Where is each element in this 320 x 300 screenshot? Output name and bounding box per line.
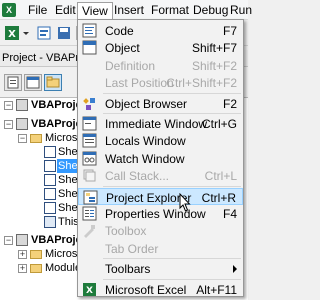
save-icon[interactable] [56,25,72,41]
svg-text:X: X [8,29,16,40]
menu-run[interactable]: Run [230,3,252,19]
folder-icon [30,264,42,273]
menu-item-immediate-window[interactable]: Immediate Window Ctrl+G [78,115,243,132]
properties-window-icon [82,206,97,221]
menu-separator [103,278,241,280]
menu-item-last-position[interactable]: Last Position Ctrl+Shift+F2 [78,74,243,91]
expand-expander[interactable]: + [18,264,27,273]
sheet-icon [44,188,56,200]
immediate-window-icon [82,116,97,131]
menu-insert[interactable]: Insert [114,3,144,19]
workbook-icon [44,216,56,228]
toggle-folders-button[interactable] [44,74,62,91]
view-object-icon [26,76,40,89]
sheet-icon [44,174,56,186]
view-code-icon [7,76,19,89]
view-object-button[interactable] [24,74,42,91]
menu-item-locals-window[interactable]: Locals Window [78,132,243,149]
menu-item-microsoft-excel[interactable]: X Microsoft Excel Alt+F11 [78,281,243,298]
view-menu-dropdown: Code F7 Object Shift+F7 Definition Shift+F2 L… [77,19,244,297]
project-explorer-icon [83,190,98,205]
menu-item-toolbox[interactable]: Toolbox [78,222,243,239]
code-icon [82,23,97,38]
view-code-button[interactable] [4,74,22,91]
vba-project-icon [16,234,28,246]
mouse-cursor-icon [179,192,191,212]
vba-project-icon [16,118,28,130]
menu-bar: X File Edit View Insert Format Debug Run [0,0,252,20]
menu-item-project-explorer[interactable]: Project Explorer Ctrl+R [78,187,243,205]
sheet-icon [44,202,56,214]
folder-icon [30,250,42,259]
object-icon [82,40,97,55]
expand-expander[interactable]: + [18,250,27,259]
menu-separator [103,258,241,260]
menu-debug[interactable]: Debug [193,3,228,19]
submenu-arrow-icon [233,265,237,274]
folder-icon [46,76,60,88]
menu-item-object-browser[interactable]: Object Browser F2 [78,95,243,112]
menu-item-tab-order[interactable]: Tab Order [78,240,243,257]
menu-separator [103,92,241,94]
menu-file[interactable]: File [28,3,47,19]
collapse-expander[interactable]: − [4,236,13,245]
menu-item-toolbars[interactable]: Toolbars [78,260,243,277]
folder-icon [30,134,42,143]
menu-item-definition[interactable]: Definition Shift+F2 [78,57,243,74]
sheet-icon [44,146,56,158]
menu-item-properties-window[interactable]: Properties Window F4 [78,205,243,222]
menu-separator [103,185,241,187]
excel-icon: X [83,282,96,296]
vba-project-icon [16,99,28,111]
menu-item-code[interactable]: Code F7 [78,22,243,39]
collapse-expander[interactable]: − [18,134,27,143]
collapse-expander[interactable]: − [4,101,13,110]
object-browser-icon [83,97,95,110]
watch-window-icon [82,151,97,166]
menu-item-call-stack[interactable]: Call Stack... Ctrl+L [78,167,243,184]
excel-app-icon[interactable]: X [2,3,16,17]
sheet-icon [44,160,56,172]
call-stack-icon [83,169,96,182]
dropdown-arrow-icon[interactable] [22,25,30,41]
svg-text:X: X [86,286,93,296]
collapse-expander[interactable]: − [4,120,13,129]
menu-edit[interactable]: Edit [55,3,76,19]
menu-item-object[interactable]: Object Shift+F7 [78,39,243,56]
menu-format[interactable]: Format [151,3,189,19]
excel-view-icon[interactable]: X [4,25,20,41]
menu-separator [103,113,241,114]
locals-window-icon [82,133,97,148]
menu-view[interactable]: View [77,2,113,20]
insert-module-icon[interactable] [36,25,52,41]
toolbox-icon [84,225,95,239]
menu-item-watch-window[interactable]: Watch Window [78,150,243,167]
